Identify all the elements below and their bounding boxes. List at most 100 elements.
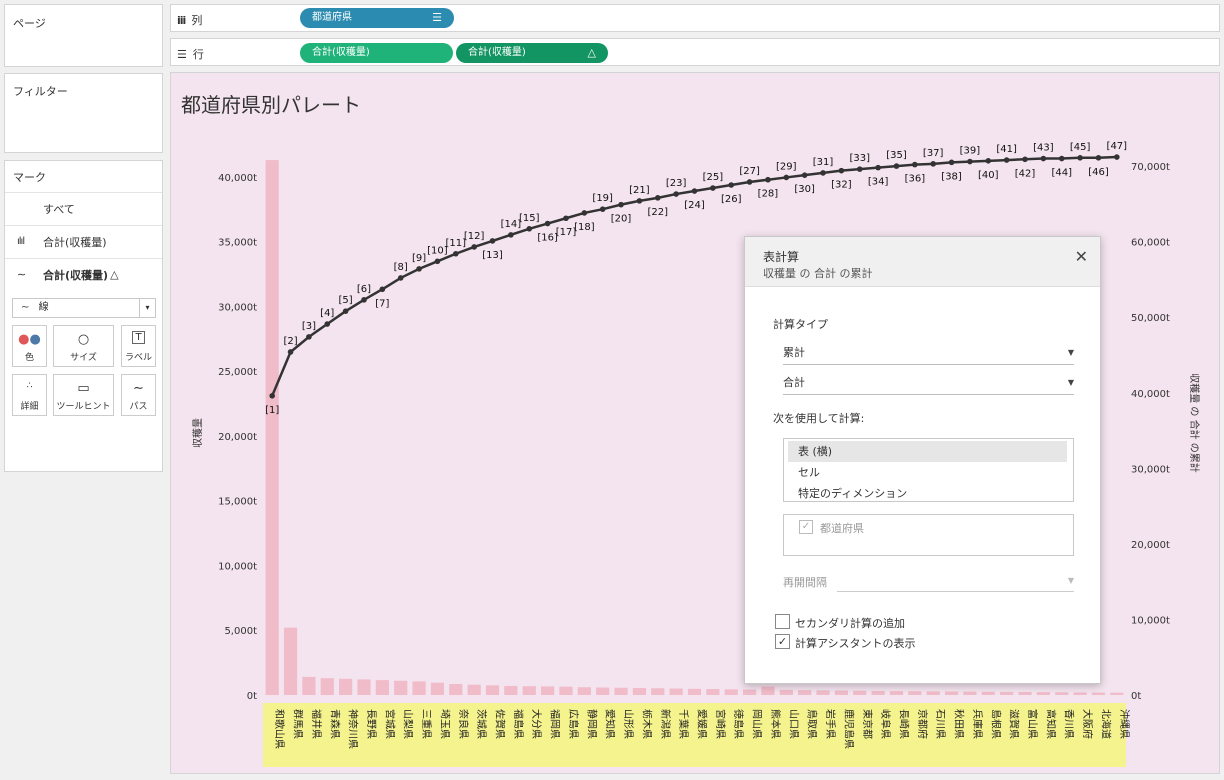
bar [687, 688, 702, 695]
marks-all-row[interactable]: すべて [5, 192, 162, 224]
point-label: [40] [978, 170, 999, 181]
bar [265, 160, 279, 696]
line-point [985, 158, 992, 164]
line-point [1058, 155, 1065, 162]
marks-line-row[interactable]: ∼ 合計(収穫量) △ [5, 258, 162, 290]
bar-chart-icon: ılıl [17, 236, 25, 247]
bar [320, 678, 334, 695]
filters-panel[interactable]: フィルター [4, 73, 163, 153]
marks-bar-row[interactable]: ılıl 合計(収穫量) [5, 225, 162, 257]
dialog-header: 表計算 収穫量 の 合計 の累計 ✕ [745, 237, 1100, 287]
option-table-across-label: 表 (横) [798, 445, 833, 458]
bar [339, 678, 353, 695]
bar [504, 685, 518, 695]
category-label: 鹿児島県 [842, 709, 855, 749]
rows-shelf[interactable]: ☰ 行 合計(収穫量) 合計(収穫量) △ [170, 38, 1220, 66]
bar [669, 688, 683, 695]
right-axis-title: 収穫量 の 合計 の累計 [1188, 373, 1201, 473]
point-label: [26] [721, 194, 742, 205]
detail-dots-icon: ∴ [26, 381, 33, 391]
dimension-list: ✓ 都道府県 [783, 514, 1074, 556]
bar [467, 684, 481, 695]
columns-shelf[interactable]: iii 列 都道府県 ☰ [170, 4, 1220, 32]
prefecture-pill[interactable]: 都道府県 ☰ [300, 8, 454, 28]
harvest-running-sum-pill[interactable]: 合計(収穫量) △ [456, 43, 608, 63]
right-axis-tick-label: 30,000t [1131, 464, 1170, 475]
close-icon[interactable]: ✕ [1075, 247, 1088, 266]
point-label: [34] [868, 177, 889, 188]
tooltip-bubble-icon: ▭ [77, 381, 90, 396]
tooltip-button[interactable]: ▭ ツールヒント [53, 374, 114, 416]
category-label: 宮城県 [383, 709, 396, 739]
mark-type-value: 線 [38, 302, 49, 313]
bar [761, 686, 775, 695]
mark-type-dropdown[interactable]: ∼ 線 ▾ [12, 298, 156, 318]
label-button[interactable]: T ラベル [121, 325, 156, 367]
category-label: 兵庫県 [971, 709, 984, 739]
path-line-icon: ∼ [133, 381, 144, 396]
point-label: [31] [813, 157, 834, 168]
option-cell[interactable]: セル [784, 462, 1073, 483]
category-label: 東京都 [861, 709, 874, 739]
calc-type-dropdown[interactable]: 累計 ▼ [783, 343, 1074, 365]
dialog-subtitle: 収穫量 の 合計 の累計 [763, 267, 873, 280]
line-point [820, 170, 826, 176]
bar [632, 688, 647, 695]
line-point [1095, 155, 1102, 161]
bar [816, 690, 830, 695]
chevron-down-icon: ▾ [139, 299, 155, 317]
line-point [471, 244, 477, 250]
line-point [912, 161, 918, 168]
category-label: 静岡県 [585, 709, 598, 739]
line-point [397, 275, 404, 281]
size-button[interactable]: ○ サイズ [53, 325, 114, 367]
path-button[interactable]: ∼ パス [121, 374, 156, 416]
columns-shelf-header: iii 列 [177, 12, 202, 28]
left-axis-tick-label: 30,000t [218, 302, 257, 313]
line-point [765, 176, 771, 183]
size-circles-icon: ○ [77, 332, 90, 347]
sort-icon: ☰ [432, 11, 442, 24]
bar [944, 691, 959, 695]
point-label: [21] [629, 185, 650, 196]
category-label: 千葉県 [677, 709, 690, 739]
aggregation-dropdown[interactable]: 合計 ▼ [783, 373, 1074, 395]
category-label: 山梨県 [402, 709, 415, 739]
point-label: [22] [648, 207, 669, 218]
category-label: 茨城県 [475, 709, 488, 739]
harvest-running-sum-pill-label: 合計(収穫量) [468, 47, 526, 58]
detail-button[interactable]: ∴ 詳細 [12, 374, 47, 416]
category-label: 大阪府 [1081, 709, 1094, 739]
point-label: [8] [394, 262, 408, 273]
line-point [324, 321, 331, 327]
compute-using-label: 次を使用して計算: [773, 412, 865, 425]
line-point [489, 238, 496, 244]
point-label: [41] [996, 144, 1017, 155]
harvest-sum-pill[interactable]: 合計(収穫量) [300, 43, 453, 63]
restart-dropdown: ▼ [837, 570, 1074, 592]
left-axis-tick-label: 25,000t [218, 367, 257, 378]
category-label: 徳島県 [732, 709, 745, 739]
point-label: [39] [960, 146, 981, 157]
secondary-calc-checkbox[interactable] [775, 614, 790, 629]
bar [853, 690, 867, 695]
category-label: 香川県 [1063, 709, 1075, 739]
calc-assistant-checkbox[interactable]: ✓ [775, 634, 790, 649]
point-label: [3] [302, 321, 316, 332]
marks-title: マーク [13, 171, 46, 184]
category-label: 新潟県 [659, 709, 672, 739]
bar [540, 686, 555, 695]
point-label: [20] [611, 214, 632, 225]
restart-label: 再開間隔 [783, 576, 827, 589]
bar [908, 691, 922, 695]
line-point [618, 201, 624, 208]
color-button[interactable]: ●● 色 [12, 325, 47, 367]
rows-shelf-header: ☰ 行 [177, 46, 204, 62]
dialog-title: 表計算 [763, 250, 800, 264]
compute-using-list[interactable]: 表 (横) セル 特定のディメンション [783, 438, 1074, 502]
option-table-across[interactable]: 表 (横) [788, 441, 1067, 462]
option-specific-dimensions[interactable]: 特定のディメンション [784, 483, 1073, 504]
point-label: [37] [923, 148, 944, 159]
category-label: 神奈川県 [347, 709, 360, 749]
color-dots-icon: ●● [18, 332, 41, 347]
